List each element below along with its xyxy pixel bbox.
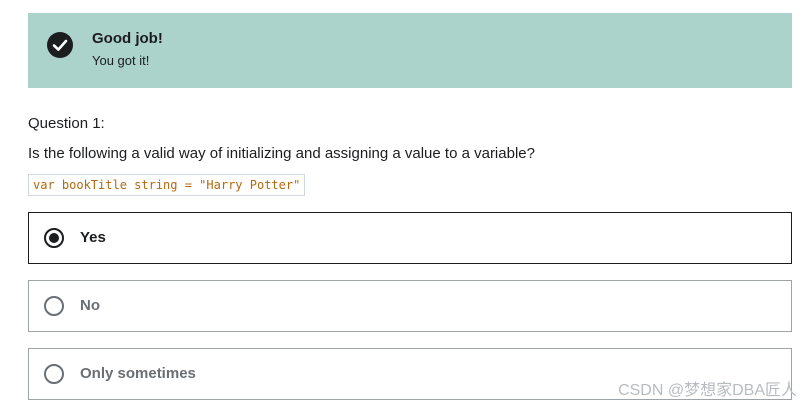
- answer-option-no[interactable]: No: [28, 280, 792, 332]
- answer-option-label: Only sometimes: [80, 365, 196, 382]
- code-snippet: var bookTitle string = "Harry Potter": [28, 174, 306, 196]
- feedback-title: Good job!: [92, 30, 163, 47]
- radio-unselected-icon[interactable]: [44, 364, 64, 384]
- radio-unselected-icon[interactable]: [44, 296, 64, 316]
- feedback-banner: Good job! You got it!: [28, 13, 792, 88]
- watermark: CSDN @梦想家DBA匠人: [618, 382, 797, 399]
- radio-selected-icon[interactable]: [44, 228, 64, 248]
- answer-option-label: No: [80, 297, 100, 314]
- check-circle-icon: [47, 32, 73, 58]
- answer-option-label: Yes: [80, 229, 106, 246]
- question-prompt: Is the following a valid way of initiali…: [28, 145, 535, 162]
- question-label: Question 1:: [28, 115, 105, 132]
- answer-option-yes[interactable]: Yes: [28, 212, 792, 264]
- feedback-message: You got it!: [92, 53, 150, 68]
